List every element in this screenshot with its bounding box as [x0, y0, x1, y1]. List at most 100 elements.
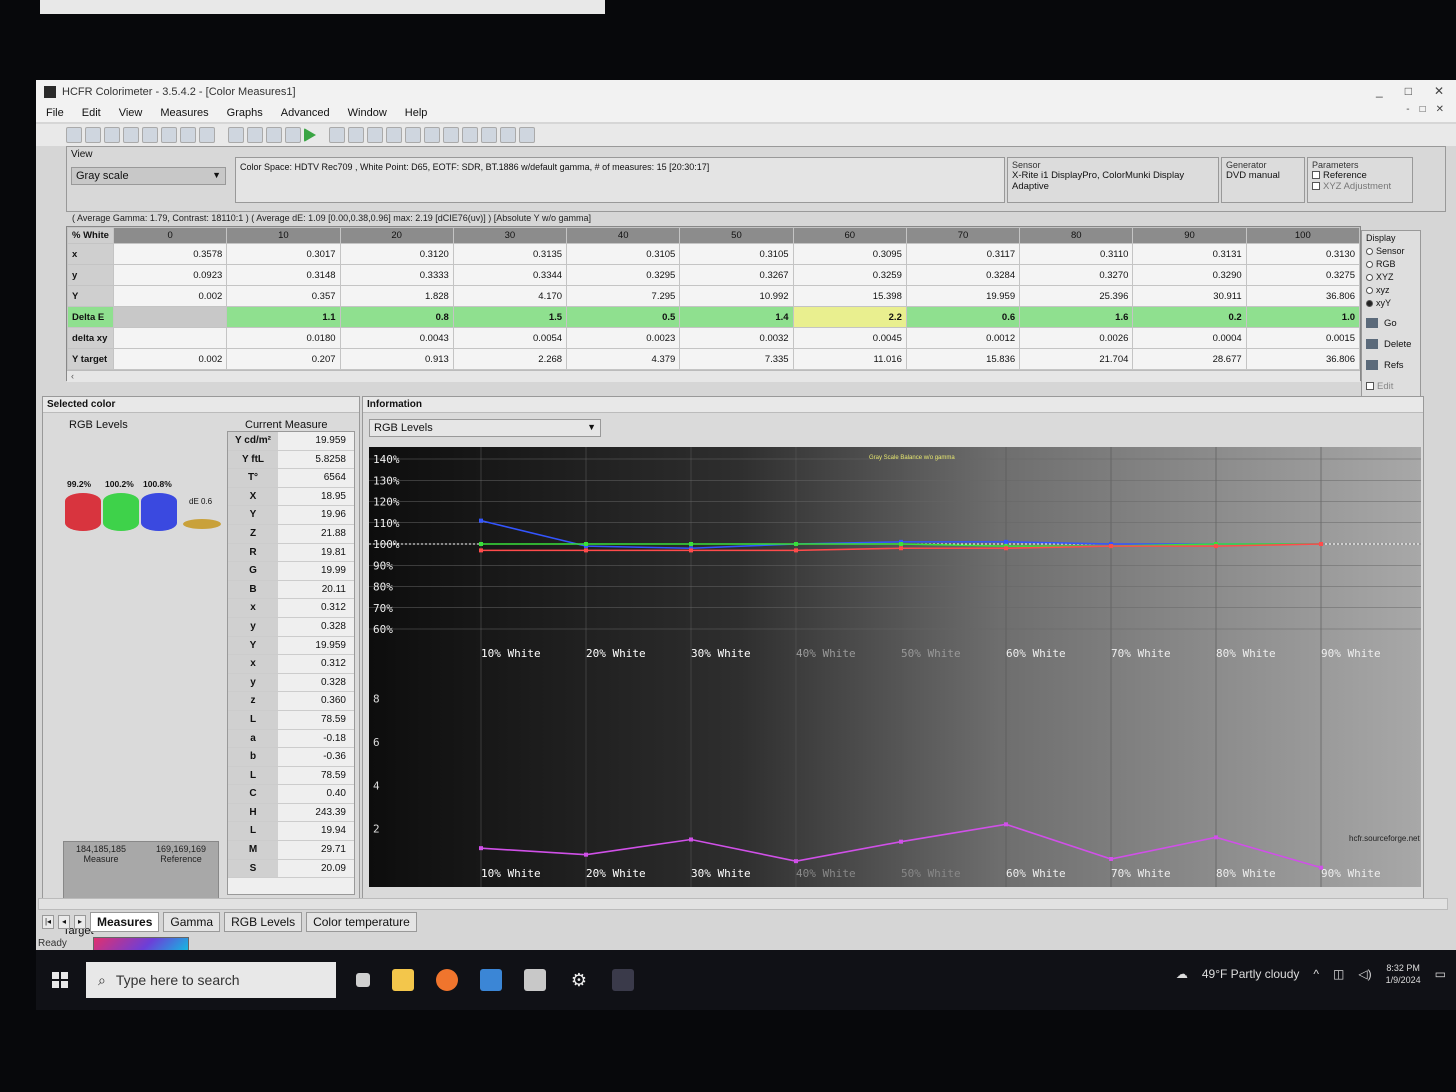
table-cell[interactable]: 0.3148 — [226, 264, 341, 286]
table-cell[interactable]: 10.992 — [679, 285, 794, 307]
table-cell[interactable]: 0.3270 — [1019, 264, 1134, 286]
table-cell[interactable]: 7.335 — [679, 348, 794, 370]
table-cell[interactable]: 0.3344 — [452, 264, 568, 286]
measure-grayscale-icon[interactable] — [247, 127, 263, 143]
file-explorer-icon[interactable] — [392, 969, 414, 991]
measure-primaries-icon[interactable] — [266, 127, 282, 143]
table-cell[interactable]: 1.4 — [679, 306, 794, 328]
menu-file[interactable]: File — [46, 107, 64, 119]
table-cell[interactable]: 1.1 — [226, 306, 341, 328]
display-option-xyz[interactable]: xyz — [1366, 285, 1416, 295]
notification-icon[interactable]: ▭ — [1435, 967, 1446, 981]
table-cell[interactable]: 0.3333 — [339, 264, 454, 286]
table-cell[interactable]: 4.379 — [566, 348, 681, 370]
table-cell[interactable]: 0.0923 — [112, 264, 228, 286]
table-cell[interactable]: 0.3130 — [1245, 243, 1361, 265]
table-cell[interactable]: 2.268 — [452, 348, 568, 370]
mdi-close-button[interactable]: ✕ — [1436, 104, 1444, 115]
table-cell[interactable]: 0.0032 — [679, 327, 794, 349]
table-cell[interactable]: 21.704 — [1019, 348, 1134, 370]
display-option-xyz[interactable]: XYZ — [1366, 272, 1416, 282]
tab-next-icon[interactable]: ▸ — [74, 915, 86, 929]
table-cell[interactable]: 11.016 — [792, 348, 907, 370]
menu-edit[interactable]: Edit — [82, 107, 101, 119]
column-header[interactable]: 50 — [679, 227, 794, 244]
table-cell[interactable]: 0.3110 — [1019, 243, 1134, 265]
table-cell[interactable]: 0.3017 — [226, 243, 341, 265]
graph-7-icon[interactable] — [443, 127, 459, 143]
settings-gear-icon[interactable]: ⚙ — [568, 969, 590, 991]
xyz-adjustment-checkbox[interactable]: XYZ Adjustment — [1312, 181, 1408, 192]
firefox-icon[interactable] — [436, 969, 458, 991]
table-cell[interactable]: 0.5 — [566, 306, 681, 328]
minimize-button[interactable]: _ — [1376, 84, 1383, 98]
table-cell[interactable]: 0.3131 — [1132, 243, 1247, 265]
app-gray-icon[interactable] — [524, 969, 546, 991]
table-cell[interactable]: 0.3267 — [679, 264, 794, 286]
table-cell[interactable]: 15.836 — [905, 348, 1021, 370]
table-cell[interactable]: 0.0015 — [1245, 327, 1361, 349]
clock[interactable]: 8:32 PM 1/9/2024 — [1386, 962, 1421, 986]
mdi-restore-button[interactable]: □ — [1420, 104, 1426, 115]
table-cell[interactable]: 36.806 — [1245, 285, 1361, 307]
go-button[interactable]: Go — [1366, 318, 1416, 329]
table-cell[interactable]: 0.002 — [112, 348, 228, 370]
table-cell[interactable]: 30.911 — [1132, 285, 1247, 307]
display-option-rgb[interactable]: RGB — [1366, 259, 1416, 269]
tab-measures[interactable]: Measures — [90, 912, 160, 932]
display-option-sensor[interactable]: Sensor — [1366, 246, 1416, 256]
table-cell[interactable]: 1.0 — [1245, 306, 1361, 328]
task-view-icon[interactable] — [356, 973, 370, 987]
tab-gamma[interactable]: Gamma — [163, 912, 221, 932]
table-cell[interactable]: 0.6 — [905, 306, 1021, 328]
column-header[interactable]: 90 — [1132, 227, 1247, 244]
column-header[interactable]: 80 — [1019, 227, 1134, 244]
column-header[interactable]: 10 — [226, 227, 341, 244]
hcfr-app-icon[interactable] — [612, 969, 634, 991]
table-cell[interactable]: 0.0043 — [339, 327, 454, 349]
table-cell[interactable] — [112, 306, 228, 328]
graph-2-icon[interactable] — [348, 127, 364, 143]
table-cell[interactable]: 0.3290 — [1132, 264, 1247, 286]
table-cell[interactable]: 0.2 — [1132, 306, 1247, 328]
graph-4-icon[interactable] — [386, 127, 402, 143]
menu-help[interactable]: Help — [405, 107, 428, 119]
graph-8-icon[interactable] — [462, 127, 478, 143]
tab-first-icon[interactable]: |◂ — [42, 915, 54, 929]
info-select[interactable]: RGB Levels ▼ — [369, 419, 601, 437]
maximize-button[interactable]: □ — [1405, 84, 1412, 98]
table-cell[interactable]: 36.806 — [1245, 348, 1361, 370]
menu-advanced[interactable]: Advanced — [281, 107, 330, 119]
table-cell[interactable]: 1.828 — [339, 285, 454, 307]
table-cell[interactable]: 0.0012 — [905, 327, 1021, 349]
table-cell[interactable]: 0.3105 — [679, 243, 794, 265]
menu-measures[interactable]: Measures — [160, 107, 208, 119]
column-header[interactable]: 20 — [339, 227, 454, 244]
graph-5-icon[interactable] — [405, 127, 421, 143]
table-cell[interactable]: 0.0054 — [452, 327, 568, 349]
display-option-xyy[interactable]: xyY — [1366, 298, 1416, 308]
table-cell[interactable]: 0.0026 — [1019, 327, 1134, 349]
menu-view[interactable]: View — [119, 107, 143, 119]
cut-icon[interactable] — [123, 127, 139, 143]
table-cell[interactable]: 28.677 — [1132, 348, 1247, 370]
table-cell[interactable]: 15.398 — [792, 285, 907, 307]
table-cell[interactable]: 0.3259 — [792, 264, 907, 286]
close-button[interactable]: ✕ — [1434, 84, 1444, 98]
table-cell[interactable]: 1.5 — [452, 306, 568, 328]
graph-9-icon[interactable] — [481, 127, 497, 143]
table-cell[interactable]: 0.207 — [226, 348, 341, 370]
table-cell[interactable]: 0.8 — [339, 306, 454, 328]
graph-1-icon[interactable] — [329, 127, 345, 143]
column-header[interactable]: 0 — [112, 227, 228, 244]
table-cell[interactable]: 0.3117 — [905, 243, 1021, 265]
delete-button[interactable]: Delete — [1366, 339, 1416, 350]
table-cell[interactable]: 25.396 — [1019, 285, 1134, 307]
app-blue-icon[interactable] — [480, 969, 502, 991]
menu-graphs[interactable]: Graphs — [227, 107, 263, 119]
taskbar-search[interactable]: ⌕ Type here to search — [86, 962, 336, 998]
table-cell[interactable]: 0.3105 — [566, 243, 681, 265]
table-cell[interactable]: 19.959 — [905, 285, 1021, 307]
camera-icon[interactable] — [285, 127, 301, 143]
help-icon[interactable] — [199, 127, 215, 143]
